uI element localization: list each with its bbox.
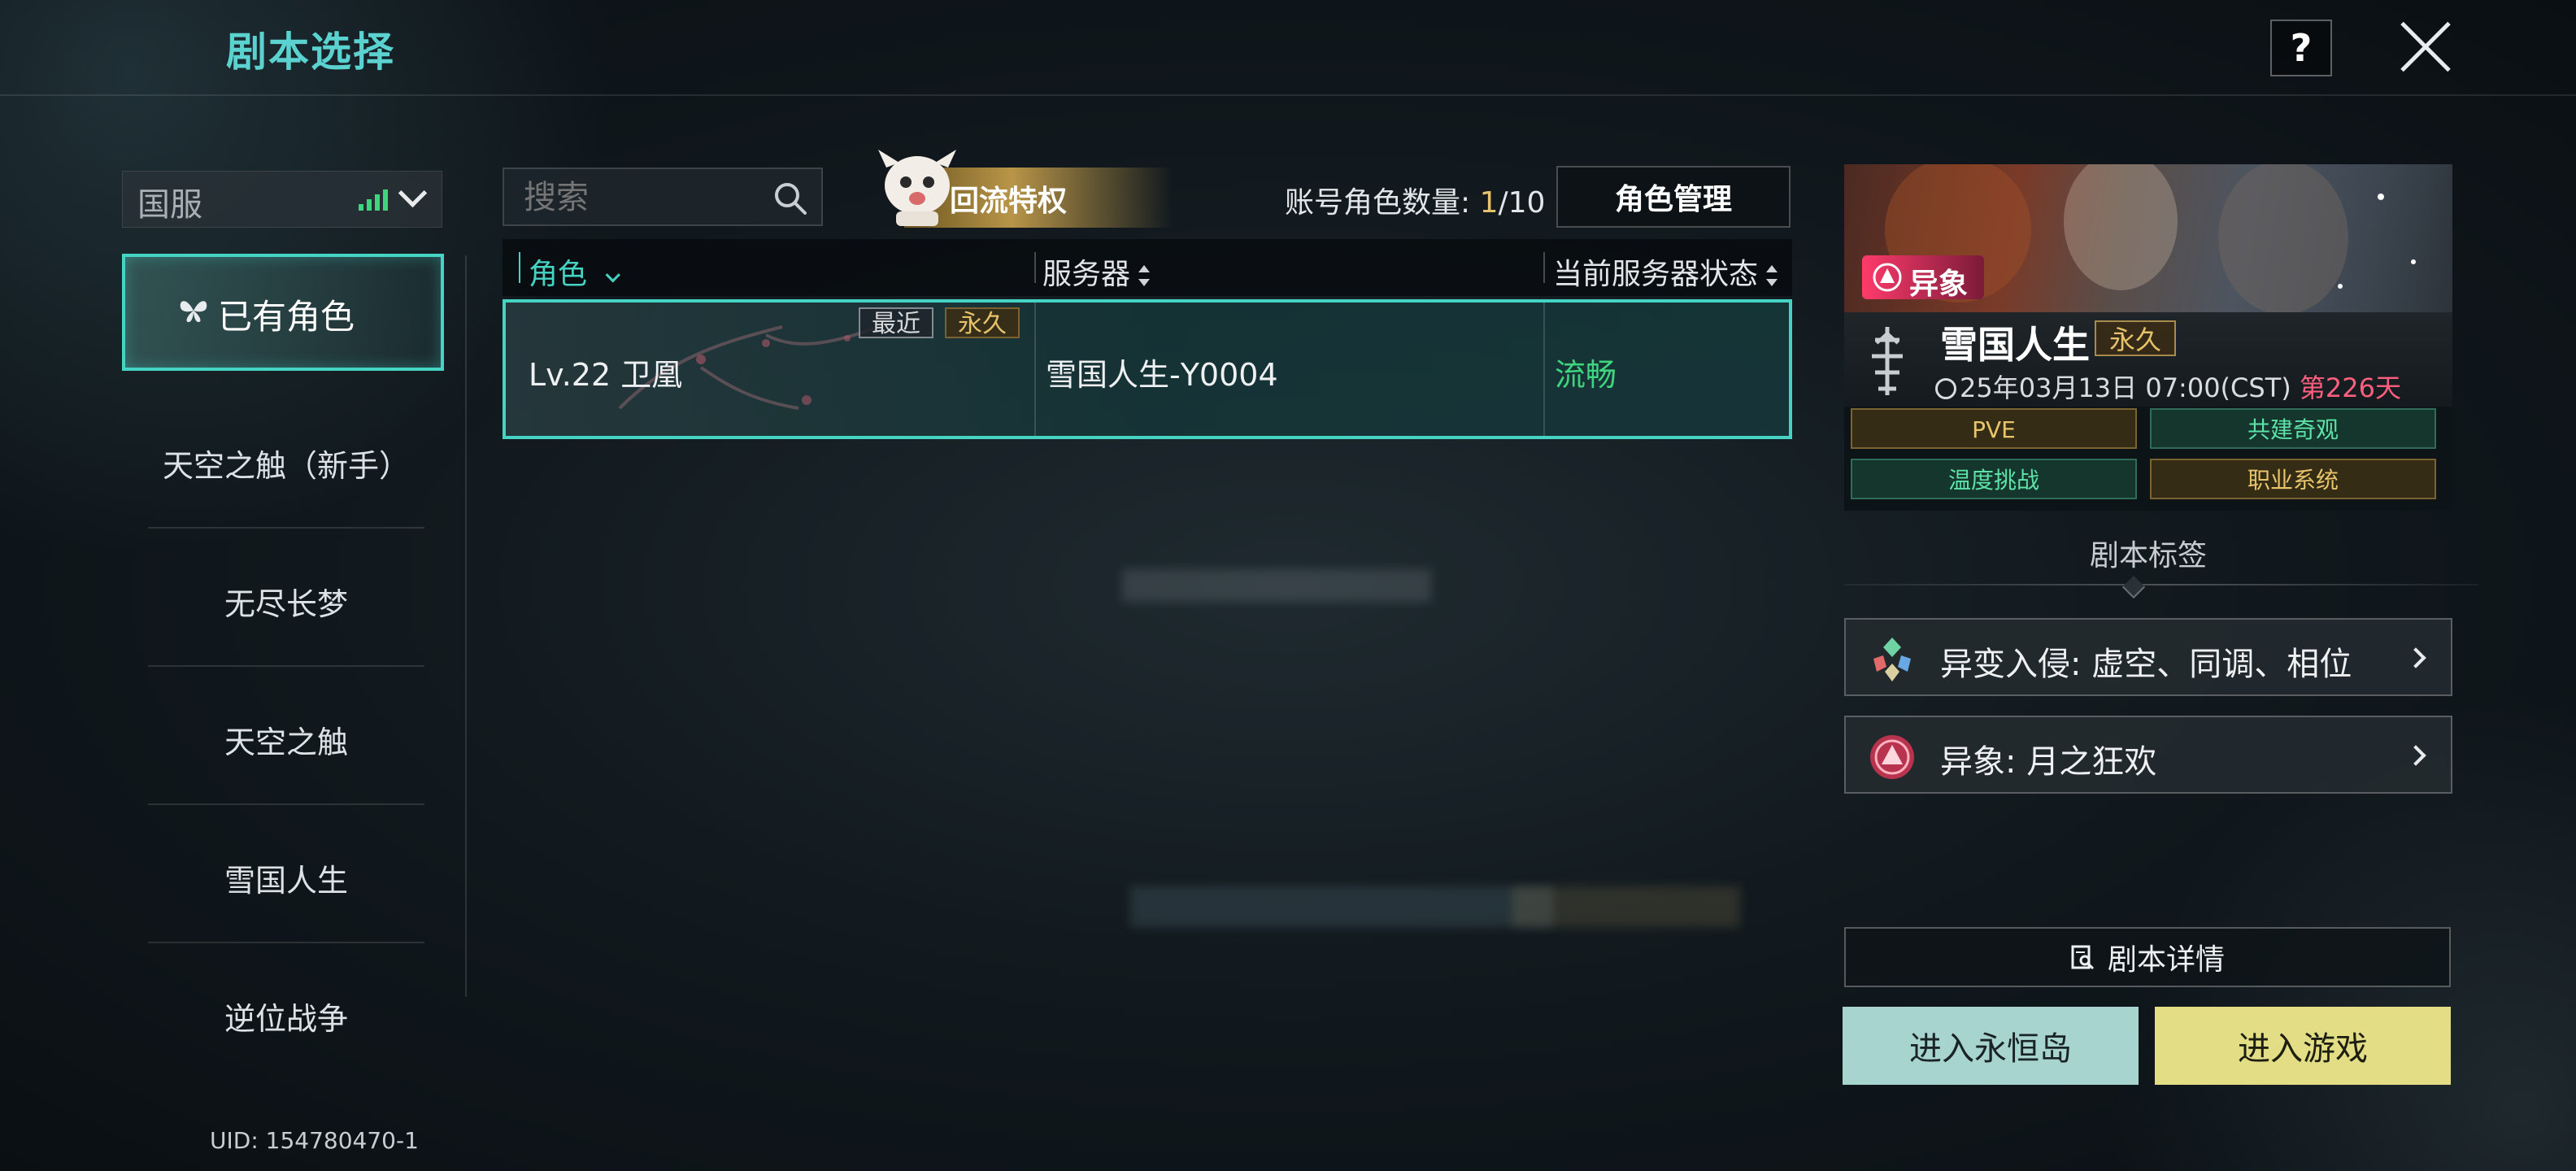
script-detail-label: 剧本详情 <box>2107 943 2225 977</box>
sidebar-item-sky-touch-newbie[interactable]: 天空之触（新手） <box>148 389 424 529</box>
feature-moon-carnival[interactable]: 异象: 月之狂欢 <box>1844 716 2452 794</box>
help-button[interactable]: ? <box>2270 20 2332 76</box>
return-privilege-button[interactable]: 回流特权 <box>872 145 1173 229</box>
script-tags-heading: 剧本标签 <box>2089 539 2207 572</box>
search-input[interactable] <box>522 177 769 218</box>
butterfly-icon <box>180 301 207 322</box>
script-title: 雪国人生 <box>1940 323 2090 367</box>
script-tag: 温度挑战 <box>1851 459 2137 499</box>
sidebar-item-label: 逆位战争 <box>224 1001 348 1037</box>
feature-label: 异象: 月之狂欢 <box>1940 743 2157 781</box>
column-server-status[interactable]: 当前服务器状态 <box>1553 250 1778 293</box>
row-divider <box>1034 303 1036 436</box>
sidebar-item-sky-touch[interactable]: 天空之触 <box>148 665 424 805</box>
script-time: 25年03月13日 07:00(CST) 第226天 <box>1935 368 2401 405</box>
mutation-icon <box>1873 638 1911 681</box>
sidebar-item-endless-dream[interactable]: 无尽长梦 <box>148 527 424 667</box>
chevron-down-icon <box>398 178 428 208</box>
search-box[interactable] <box>503 168 823 226</box>
table-header: 角色 服务器 当前服务器状态 <box>503 239 1792 296</box>
feature-label: 异变入侵: 虚空、同调、相位 <box>1940 646 2352 683</box>
signal-icon <box>359 189 391 211</box>
region-label: 国服 <box>137 186 202 224</box>
sort-icon <box>1138 263 1151 288</box>
chevron-right-icon <box>2405 745 2426 766</box>
count-label-text: 账号角色数量: <box>1285 186 1480 220</box>
script-logo-icon <box>1872 327 1903 395</box>
page-title: 剧本选择 <box>226 28 395 76</box>
script-day-count: 第226天 <box>2299 372 2401 403</box>
anomaly-label: 异象 <box>1909 268 1969 301</box>
count-current: 1 <box>1479 186 1499 220</box>
sidebar-item-label: 雪国人生 <box>224 863 348 899</box>
header-divider <box>519 252 520 283</box>
search-icon[interactable] <box>772 181 808 216</box>
column-role[interactable]: 角色 <box>529 250 621 293</box>
sidebar-divider <box>465 255 467 997</box>
column-role-label: 角色 <box>529 258 588 291</box>
row-status: 流畅 <box>1555 357 1617 393</box>
script-tag: PVE <box>1851 408 2137 449</box>
enter-eternal-island-button[interactable]: 进入永恒岛 <box>1843 1007 2139 1085</box>
privilege-label: 回流特权 <box>950 185 1068 218</box>
permanent-badge: 永久 <box>945 307 1020 338</box>
role-manage-button[interactable]: 角色管理 <box>1556 166 1791 228</box>
chevron-down-icon <box>606 268 621 283</box>
script-date: 25年03月13日 07:00(CST) <box>1960 372 2291 403</box>
background-blur <box>1512 886 1740 927</box>
anomaly-icon <box>1870 735 1914 779</box>
account-role-count: 账号角色数量: 1/10 <box>1285 179 1545 221</box>
script-tag: 共建奇观 <box>2150 408 2436 449</box>
uid-label: UID: 154780470-1 <box>210 1127 419 1154</box>
header-divider <box>1034 252 1036 283</box>
header-divider <box>1543 252 1545 283</box>
row-role: Lv.22 卫凰 <box>529 357 683 393</box>
sidebar-item-label: 已有角色 <box>218 297 355 337</box>
region-select[interactable]: 国服 <box>122 171 442 228</box>
chevron-right-icon <box>2405 647 2426 668</box>
row-divider <box>1543 303 1545 436</box>
clock-icon <box>1935 378 1956 399</box>
sidebar-item-existing-roles[interactable]: 已有角色 <box>122 254 444 371</box>
background-blur <box>1130 886 1553 927</box>
sort-icon <box>1766 263 1778 288</box>
sidebar-item-label: 天空之触 <box>224 725 348 760</box>
column-status-label: 当前服务器状态 <box>1553 258 1759 291</box>
close-icon[interactable] <box>2397 18 2454 75</box>
table-row[interactable]: Lv.22 卫凰 最近 永久 雪国人生-Y0004 流畅 <box>503 299 1792 439</box>
sidebar-item-reverse-war[interactable]: 逆位战争 <box>148 942 424 1080</box>
sidebar-item-label: 无尽长梦 <box>224 586 348 622</box>
divider <box>1844 584 2478 586</box>
script-tag: 职业系统 <box>2150 459 2436 499</box>
sidebar-item-label: 天空之触（新手） <box>162 448 410 484</box>
permanent-badge: 永久 <box>2095 320 2176 356</box>
count-max: /10 <box>1498 186 1546 220</box>
document-search-icon <box>2071 945 2095 969</box>
recent-badge: 最近 <box>859 307 933 338</box>
anomaly-badge: 异象 <box>1862 255 1984 301</box>
row-server: 雪国人生-Y0004 <box>1046 357 1278 393</box>
anomaly-icon <box>1873 263 1902 292</box>
script-detail-button[interactable]: 剧本详情 <box>1844 927 2451 987</box>
feature-mutation-invasion[interactable]: 异变入侵: 虚空、同调、相位 <box>1844 618 2452 696</box>
background-blur <box>1122 569 1431 602</box>
script-card[interactable]: 异象 雪国人生 永久 25年03月13日 07:00(CST) 第226天 PV… <box>1844 164 2452 511</box>
column-server-label: 服务器 <box>1042 258 1131 291</box>
column-server[interactable]: 服务器 <box>1042 250 1151 293</box>
sidebar-item-snow-country-life[interactable]: 雪国人生 <box>148 803 424 943</box>
enter-game-button[interactable]: 进入游戏 <box>2155 1007 2451 1085</box>
